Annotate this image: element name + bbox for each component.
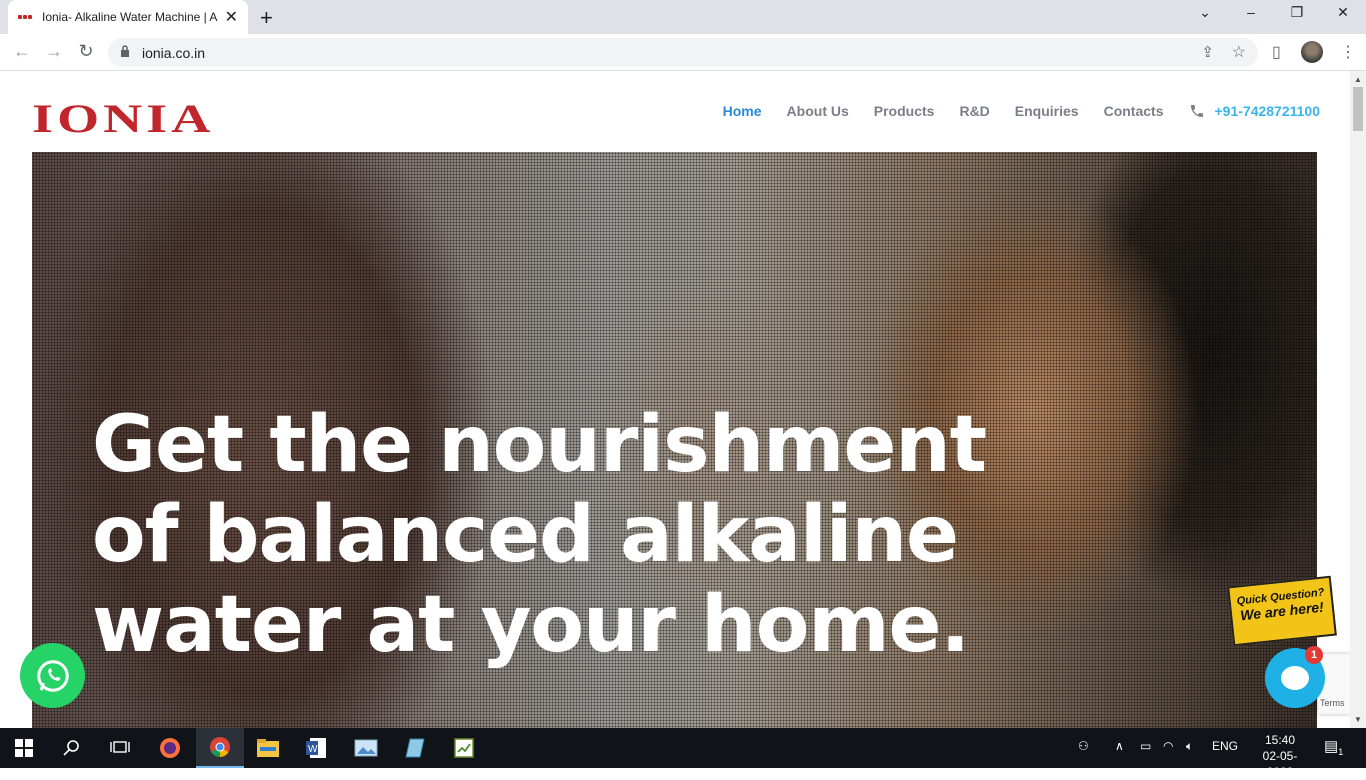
recaptcha-terms[interactable]: Terms	[1320, 698, 1345, 708]
show-hidden-icons[interactable]: ∧	[1115, 739, 1124, 753]
phone-number: +91-7428721100	[1214, 103, 1321, 119]
phone-link[interactable]: +91-7428721100	[1189, 103, 1321, 119]
people-icon[interactable]: ⚇	[1078, 739, 1089, 753]
clock-date: 02-05-2022	[1262, 749, 1298, 779]
minimize-icon[interactable]: –	[1236, 4, 1266, 20]
bookmark-star-icon[interactable]: ☆	[1232, 42, 1246, 62]
task-view-icon[interactable]	[96, 728, 144, 768]
chat-button[interactable]: 1	[1265, 646, 1325, 708]
hero-headline: Get the nourishment of balanced alkaline…	[92, 400, 987, 670]
clock[interactable]: 15:40 02-05-2022	[1252, 732, 1308, 780]
nav-about-us[interactable]: About Us	[787, 103, 849, 119]
url-text: ionia.co.in	[142, 45, 206, 61]
svg-text:W: W	[308, 744, 318, 755]
lock-icon	[121, 45, 129, 57]
main-nav: Home About Us Products R&D Enquiries Con…	[723, 103, 1320, 119]
web-page: IONIA Home About Us Products R&D Enquiri…	[0, 71, 1350, 728]
chat-bubble-icon	[1281, 666, 1309, 690]
favicon-icon	[18, 15, 32, 19]
close-window-icon[interactable]: ✕	[1328, 4, 1358, 21]
notification-count: 1	[1338, 747, 1344, 757]
notification-icon[interactable]: ▤1	[1324, 737, 1343, 757]
notepad-icon[interactable]	[440, 728, 488, 768]
restore-icon[interactable]: ❐	[1282, 4, 1312, 21]
app-icon[interactable]	[392, 728, 440, 768]
browser-tab[interactable]: Ionia- Alkaline Water Machine | A ✕	[8, 0, 248, 34]
nav-contacts[interactable]: Contacts	[1104, 103, 1164, 119]
scroll-down-icon[interactable]: ▼	[1354, 715, 1362, 724]
language-indicator[interactable]: ENG	[1212, 739, 1238, 753]
quick-question-badge[interactable]: Quick Question? We are here!	[1227, 575, 1337, 647]
scroll-thumb[interactable]	[1353, 87, 1363, 131]
volume-icon[interactable]: 🔈︎	[1186, 739, 1193, 754]
site-logo[interactable]: IONIA	[32, 95, 214, 142]
search-icon[interactable]	[48, 728, 96, 768]
tab-strip: Ionia- Alkaline Water Machine | A ✕ + ⌄ …	[0, 0, 1366, 34]
address-bar[interactable]: ionia.co.in ⇪ ☆	[108, 38, 1258, 67]
clock-time: 15:40	[1264, 733, 1296, 747]
whatsapp-button[interactable]	[20, 643, 85, 708]
back-icon[interactable]: ←	[10, 41, 34, 62]
wifi-icon[interactable]: ◠	[1163, 739, 1173, 753]
menu-icon[interactable]: ⋮	[1340, 42, 1356, 62]
page-scrollbar[interactable]: ▲ ▼	[1350, 71, 1366, 728]
nav-rnd[interactable]: R&D	[959, 103, 989, 119]
scroll-up-icon[interactable]: ▲	[1354, 75, 1362, 84]
share-icon[interactable]: ⇪	[1201, 43, 1214, 61]
nav-home[interactable]: Home	[723, 103, 762, 119]
nav-enquiries[interactable]: Enquiries	[1015, 103, 1079, 119]
forward-icon[interactable]: →	[42, 41, 66, 62]
phone-icon	[1190, 105, 1203, 117]
word-icon[interactable]: W	[292, 728, 340, 768]
side-panel-icon[interactable]: ▯	[1272, 42, 1281, 62]
browser-toolbar: ← → ↻ ionia.co.in ⇪ ☆ ▯ ⋮	[0, 34, 1366, 71]
chrome-icon[interactable]	[196, 728, 244, 768]
firefox-icon[interactable]	[146, 728, 194, 768]
nav-products[interactable]: Products	[874, 103, 935, 119]
file-explorer-icon[interactable]	[244, 728, 292, 768]
battery-icon[interactable]: ▭	[1140, 739, 1151, 753]
tab-search-icon[interactable]: ⌄	[1190, 4, 1220, 21]
new-tab-icon[interactable]: +	[260, 5, 273, 31]
profile-avatar[interactable]	[1301, 41, 1323, 63]
start-icon[interactable]	[0, 728, 48, 768]
close-tab-icon[interactable]: ✕	[225, 7, 238, 27]
windows-taskbar: W ⚇ ∧ ▭ ◠ 🔈︎ ENG 15:40 02-05-2022 ▤1	[0, 728, 1366, 779]
tab-title: Ionia- Alkaline Water Machine | A	[42, 10, 218, 24]
chat-badge: 1	[1305, 646, 1323, 664]
reload-icon[interactable]: ↻	[74, 41, 98, 62]
photo-viewer-icon[interactable]	[342, 728, 390, 768]
hero-banner: Get the nourishment of balanced alkaline…	[32, 152, 1317, 728]
whatsapp-icon	[36, 659, 69, 692]
